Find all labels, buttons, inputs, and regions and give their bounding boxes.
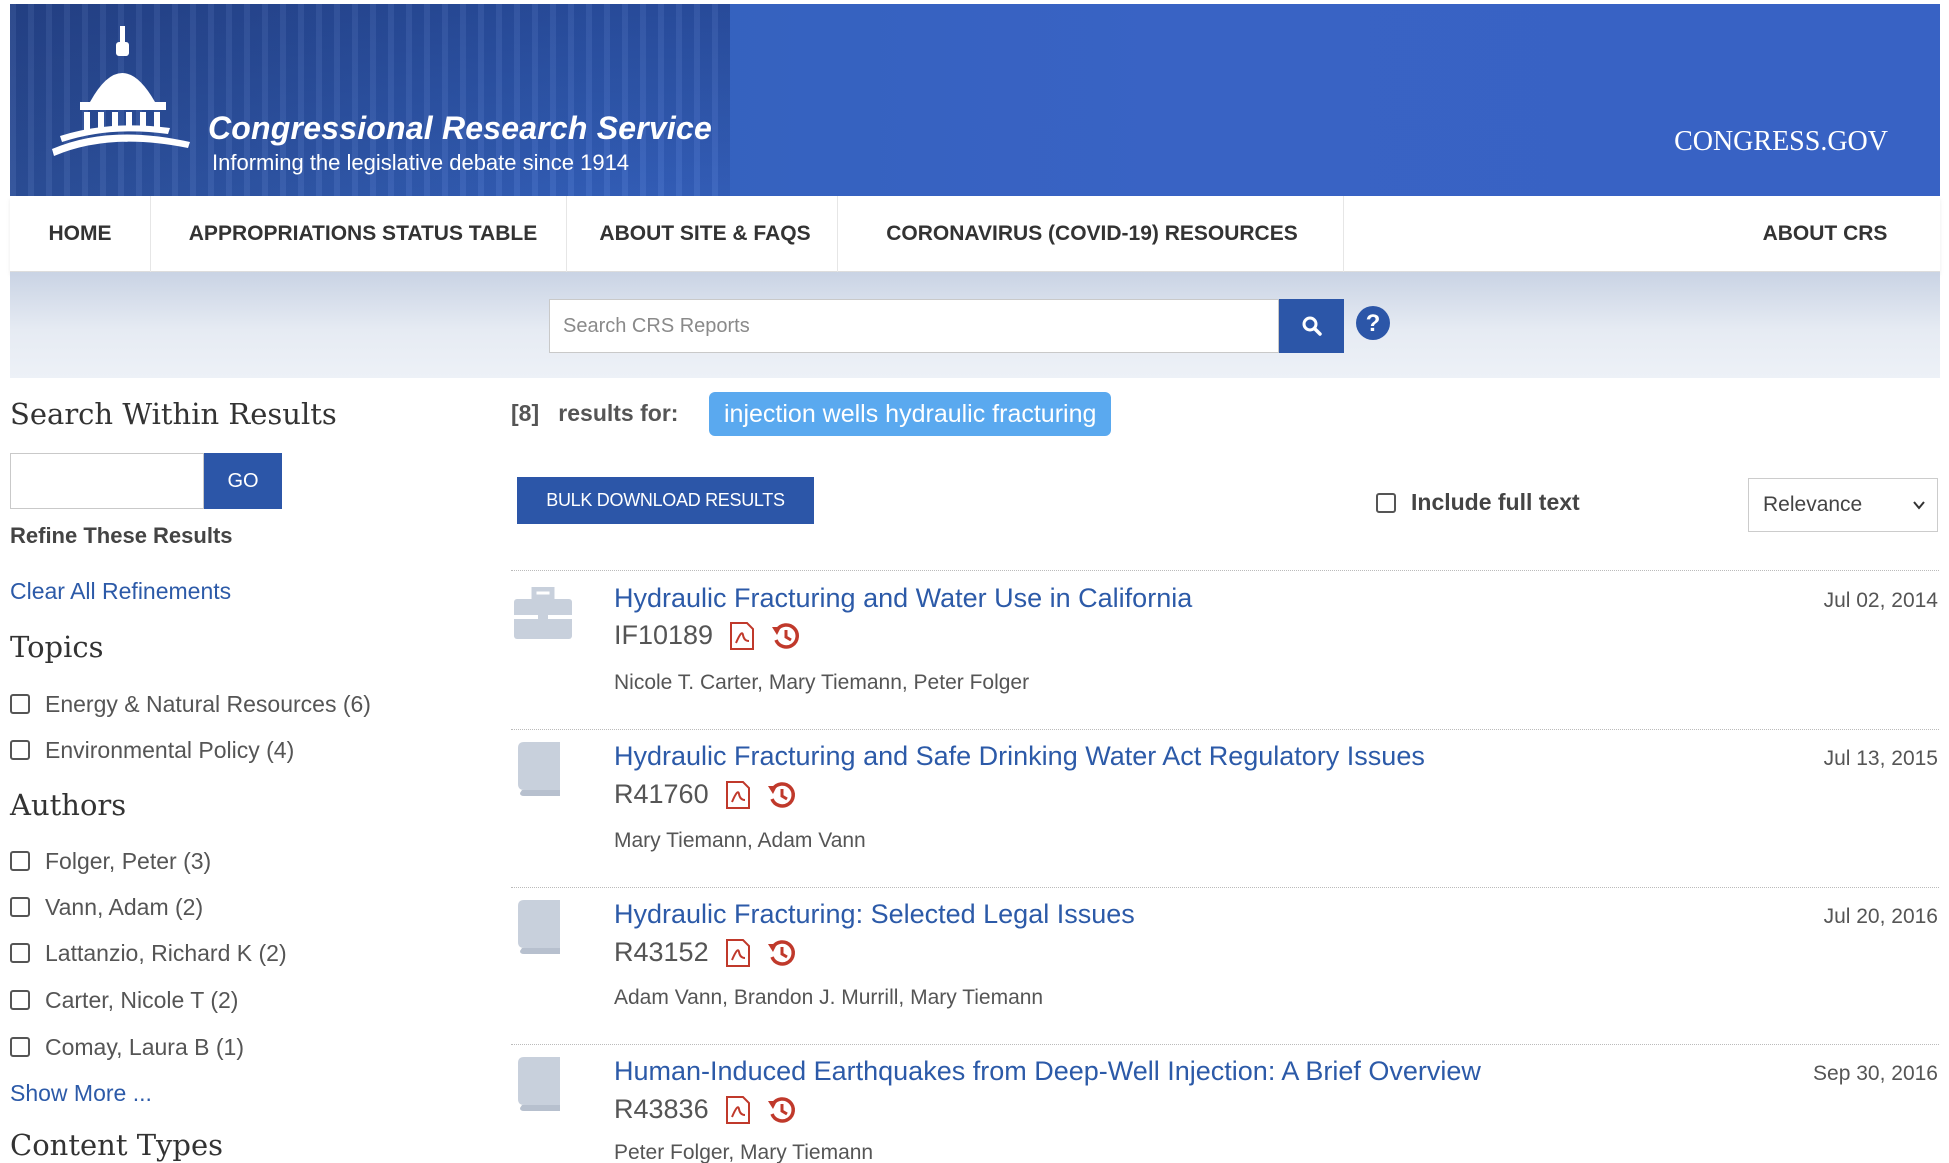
result-authors: Mary Tiemann, Adam Vann — [614, 829, 866, 852]
search-button[interactable] — [1279, 299, 1344, 353]
result-divider — [511, 887, 1939, 888]
authors-heading: Authors — [10, 788, 127, 822]
nav-coronavirus[interactable]: CORONAVIRUS (COVID-19) RESOURCES — [837, 196, 1347, 272]
result-authors: Nicole T. Carter, Mary Tiemann, Peter Fo… — [614, 671, 1030, 694]
result-id: R43152 — [614, 937, 709, 967]
capitol-dome-icon[interactable] — [50, 24, 200, 174]
site-title[interactable]: Congressional Research Service — [208, 110, 712, 147]
author-facet[interactable]: Folger, Peter (3) — [10, 846, 211, 876]
clear-refinements-link[interactable]: Clear All Refinements — [10, 578, 231, 605]
result-title-link[interactable]: Hydraulic Fracturing and Safe Drinking W… — [614, 741, 1425, 772]
main-nav: HOME APPROPRIATIONS STATUS TABLE ABOUT S… — [10, 196, 1940, 272]
show-more-link[interactable]: Show More ... — [10, 1080, 152, 1107]
book-icon — [518, 1057, 560, 1111]
checkbox[interactable] — [1376, 492, 1396, 513]
author-facet[interactable]: Carter, Nicole T (2) — [10, 985, 238, 1015]
result-date: Jul 20, 2016 — [1823, 905, 1938, 928]
include-full-text-label: Include full text — [1411, 489, 1580, 515]
checkbox[interactable] — [10, 897, 30, 917]
checkbox[interactable] — [10, 851, 30, 871]
result-id: R41760 — [614, 779, 709, 809]
topic-facet[interactable]: Energy & Natural Resources (6) — [10, 689, 371, 719]
nav-about-site[interactable]: ABOUT SITE & FAQS — [566, 196, 844, 272]
congress-gov-link[interactable]: CONGRESS.GOV — [1674, 126, 1888, 158]
pdf-icon[interactable] — [723, 1095, 753, 1125]
result-authors: Adam Vann, Brandon J. Murrill, Mary Tiem… — [614, 986, 1044, 1009]
results-summary: [8] results for: — [511, 400, 678, 427]
result-title-link[interactable]: Human-Induced Earthquakes from Deep-Well… — [614, 1056, 1481, 1087]
result-id-row: R43836 — [614, 1094, 797, 1125]
search-within-heading: Search Within Results — [10, 397, 337, 431]
include-full-text-option[interactable]: Include full text — [1376, 489, 1580, 516]
search-input[interactable] — [549, 299, 1279, 353]
history-icon[interactable] — [767, 1095, 797, 1125]
bulk-download-button[interactable]: BULK DOWNLOAD RESULTS — [517, 477, 814, 524]
chevron-down-icon — [1913, 501, 1925, 510]
result-id-row: R41760 — [614, 779, 797, 810]
result-id: IF10189 — [614, 620, 714, 650]
help-icon[interactable]: ? — [1355, 305, 1391, 341]
site-tagline: Informing the legislative debate since 1… — [212, 150, 630, 175]
book-icon — [518, 742, 560, 796]
svg-text:?: ? — [1366, 310, 1381, 337]
checkbox[interactable] — [10, 943, 30, 963]
nav-divider — [1343, 196, 1344, 272]
checkbox[interactable] — [10, 694, 30, 714]
facet-label: Folger, Peter (3) — [45, 847, 212, 874]
go-button[interactable]: GO — [204, 453, 282, 509]
content-types-heading: Content Types — [10, 1128, 224, 1162]
pdf-icon[interactable] — [727, 621, 757, 651]
result-date: Jul 02, 2014 — [1823, 589, 1938, 612]
history-icon[interactable] — [767, 938, 797, 968]
author-facet[interactable]: Lattanzio, Richard K (2) — [10, 938, 287, 968]
search-icon — [1302, 316, 1322, 336]
nav-home[interactable]: HOME — [10, 196, 150, 272]
checkbox[interactable] — [10, 1037, 30, 1057]
history-icon[interactable] — [767, 780, 797, 810]
facet-label: Carter, Nicole T (2) — [45, 986, 239, 1013]
checkbox[interactable] — [10, 990, 30, 1010]
author-facet[interactable]: Comay, Laura B (1) — [10, 1032, 244, 1062]
results-for-label: results for: — [558, 400, 679, 426]
result-date: Sep 30, 2016 — [1813, 1062, 1938, 1085]
history-icon[interactable] — [771, 621, 801, 651]
topics-heading: Topics — [10, 630, 104, 664]
pdf-icon[interactable] — [723, 780, 753, 810]
result-id: R43836 — [614, 1094, 709, 1124]
nav-appropriations[interactable]: APPROPRIATIONS STATUS TABLE — [150, 196, 576, 272]
facet-label: Environmental Policy (4) — [45, 736, 295, 763]
result-title-link[interactable]: Hydraulic Fracturing: Selected Legal Iss… — [614, 899, 1135, 930]
results-count: [8] — [511, 400, 540, 426]
result-id-row: R43152 — [614, 937, 797, 968]
result-divider — [511, 570, 1939, 571]
nav-about-crs[interactable]: ABOUT CRS — [1730, 196, 1920, 272]
facet-label: Energy & Natural Resources (6) — [45, 690, 371, 717]
sort-select[interactable]: Relevance — [1748, 478, 1938, 532]
author-facet[interactable]: Vann, Adam (2) — [10, 892, 203, 922]
pdf-icon[interactable] — [723, 938, 753, 968]
facet-label: Comay, Laura B (1) — [45, 1033, 244, 1060]
result-date: Jul 13, 2015 — [1823, 747, 1938, 770]
refine-label: Refine These Results — [10, 523, 233, 548]
search-within-input[interactable] — [10, 453, 204, 509]
result-id-row: IF10189 — [614, 620, 801, 651]
query-tag[interactable]: injection wells hydraulic fracturing — [709, 392, 1112, 436]
result-divider — [511, 1044, 1939, 1045]
site-header: Congressional Research Service Informing… — [10, 4, 1940, 196]
sort-value: Relevance — [1763, 493, 1863, 516]
topic-facet[interactable]: Environmental Policy (4) — [10, 735, 294, 765]
result-divider — [511, 729, 1939, 730]
result-authors: Peter Folger, Mary Tiemann — [614, 1141, 874, 1163]
result-title-link[interactable]: Hydraulic Fracturing and Water Use in Ca… — [614, 583, 1192, 614]
briefcase-icon — [514, 587, 572, 639]
checkbox[interactable] — [10, 740, 30, 760]
facet-label: Vann, Adam (2) — [45, 893, 204, 920]
book-icon — [518, 900, 560, 954]
facet-label: Lattanzio, Richard K (2) — [45, 939, 287, 966]
